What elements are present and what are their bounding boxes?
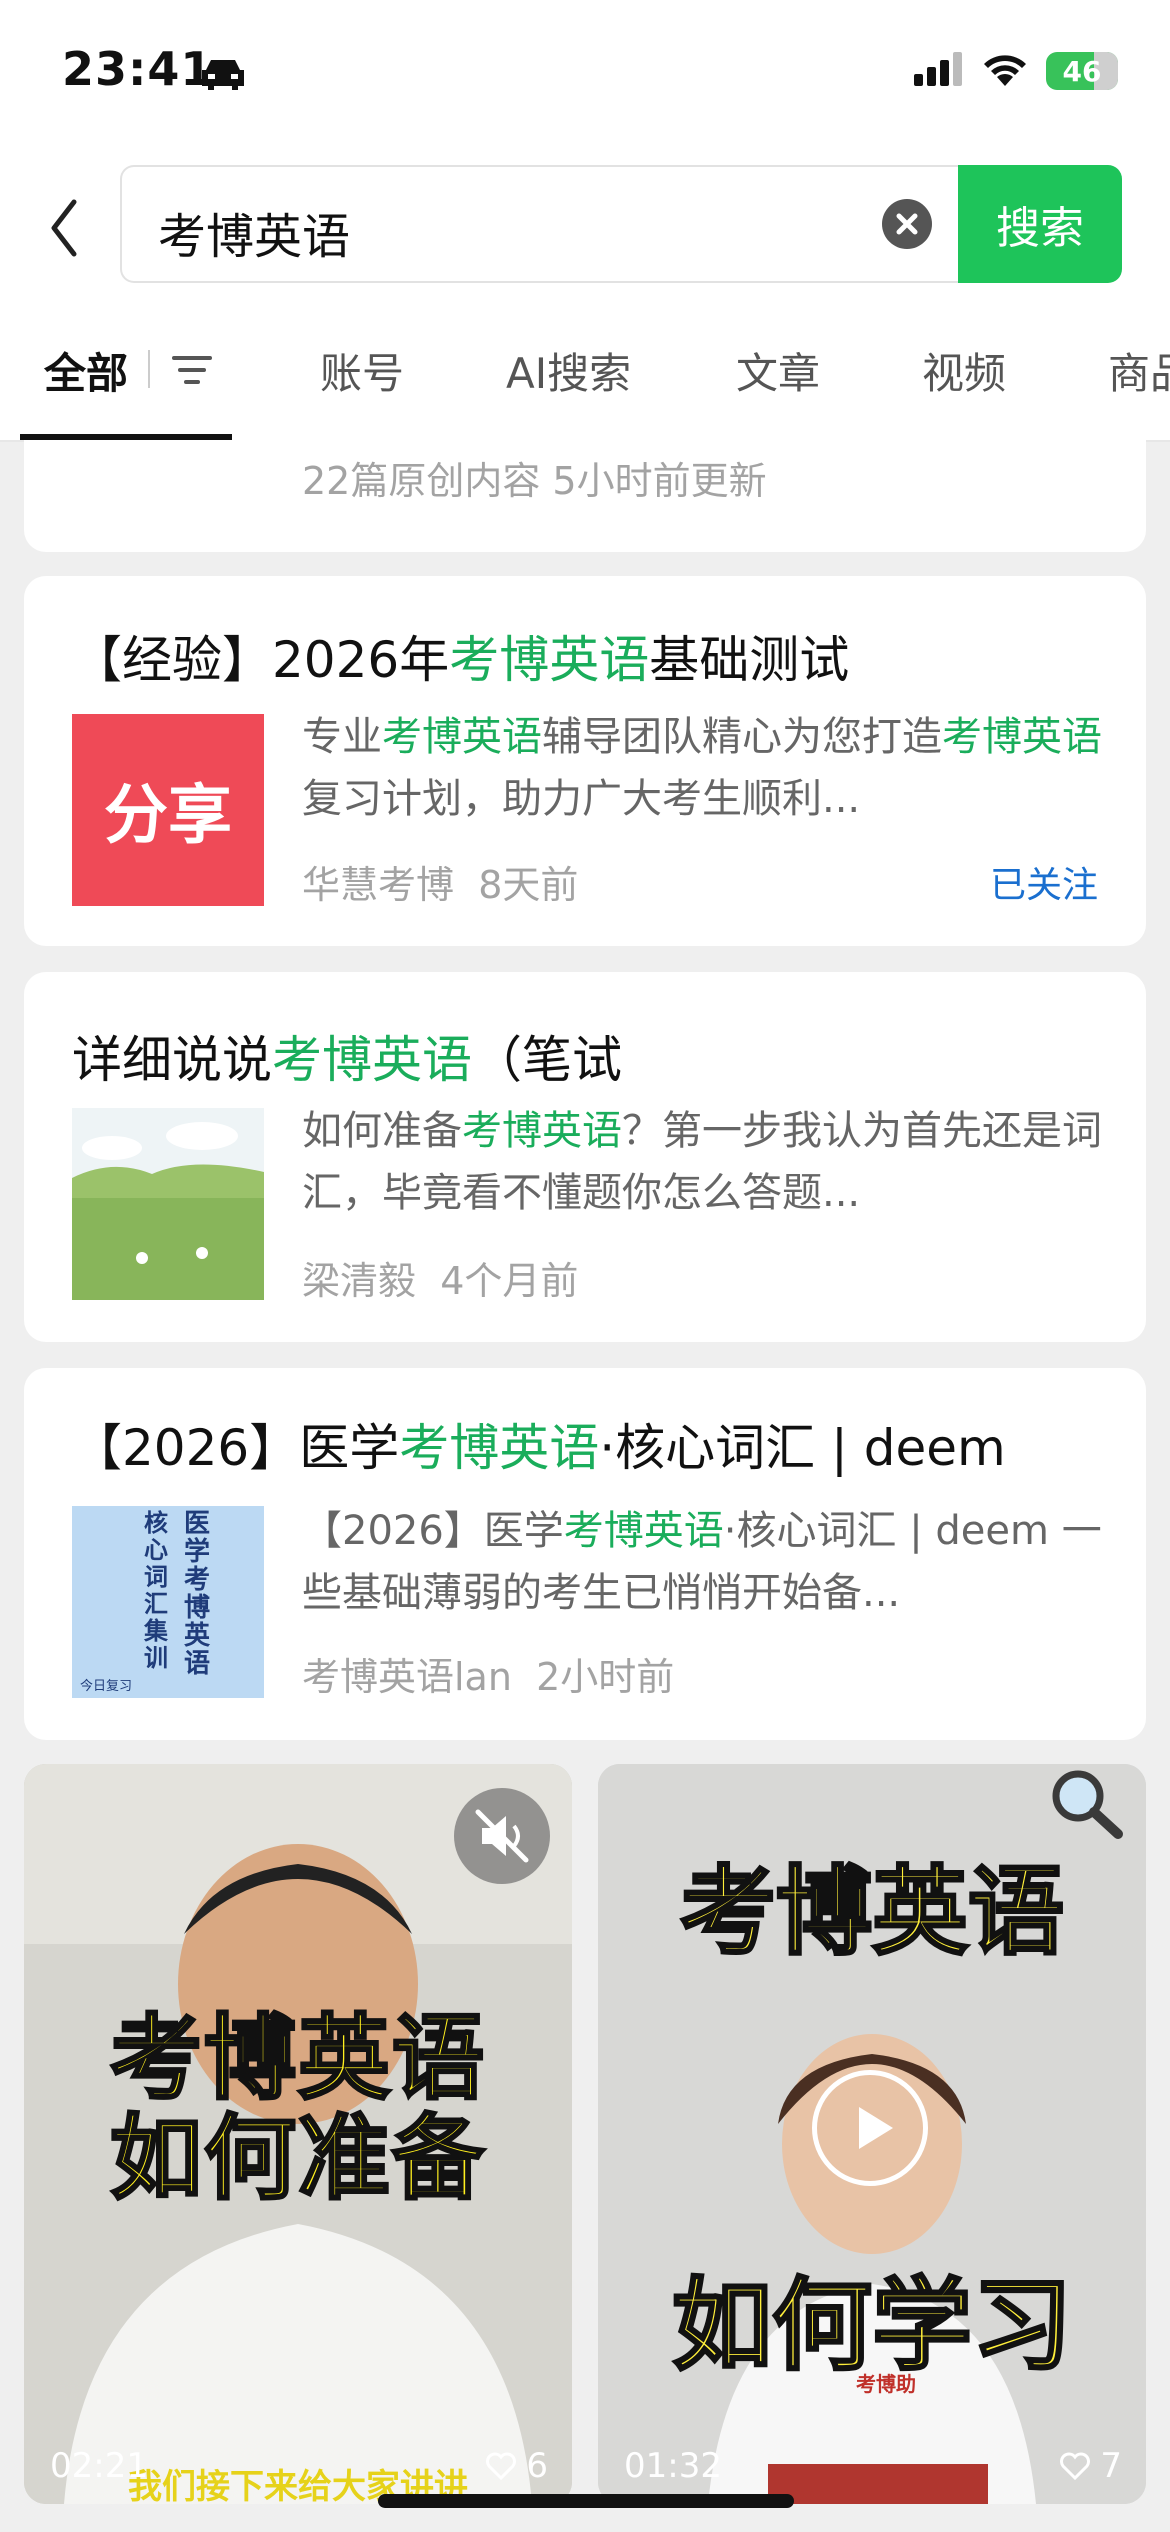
video-likes: 7 xyxy=(1060,2446,1122,2486)
car-icon xyxy=(198,56,248,96)
video-likes: 6 xyxy=(486,2446,548,2486)
article-author: 考博英语lan xyxy=(302,1655,512,1699)
tab-products[interactable]: 商品 xyxy=(1108,340,1170,401)
video-duration: 02:21 xyxy=(50,2446,148,2486)
article-time: 8天前 xyxy=(478,863,579,907)
video-duration: 01:32 xyxy=(624,2446,722,2486)
video-caption-top: 考博英语 xyxy=(679,1855,1066,1970)
article-snippet: 如何准备考博英语？第一步我认为首先还是词汇，毕竟看不懂题你怎么答题... xyxy=(302,1108,1102,1216)
filter-icon[interactable] xyxy=(170,350,214,394)
back-arrow-icon[interactable] xyxy=(40,190,90,266)
article-meta: 梁清毅 4个月前 xyxy=(302,1250,578,1305)
article-meta: 华慧考博 8天前 xyxy=(302,854,578,909)
tab-ai-search[interactable]: AI搜索 xyxy=(506,340,631,401)
article-thumbnail: 分享 xyxy=(72,714,264,906)
article-meta: 考博英语lan 2小时前 xyxy=(302,1646,674,1701)
article-title: 【2026】医学考博英语·核心词汇 | deem xyxy=(72,1419,1006,1477)
account-card[interactable]: 22篇原创内容 5小时前更新 xyxy=(24,440,1146,552)
thumbnail-label: 分享 xyxy=(104,779,232,853)
mute-icon[interactable] xyxy=(454,1788,550,1884)
clear-icon[interactable] xyxy=(882,199,932,249)
home-indicator[interactable] xyxy=(378,2494,794,2508)
article-title: 【经验】2026年考博英语基础测试 xyxy=(72,631,850,689)
article-author: 华慧考博 xyxy=(302,863,455,907)
cellular-signal-icon xyxy=(914,52,964,90)
article-snippet: 专业考博英语辅导团队精心为您打造考博英语复习计划，助力广大考生顺利... xyxy=(302,714,1102,822)
battery-level: 46 xyxy=(1062,54,1102,88)
article-thumbnail xyxy=(72,1108,264,1300)
article-time: 2小时前 xyxy=(536,1655,675,1699)
play-icon[interactable] xyxy=(812,2070,928,2186)
video-card[interactable]: 考博英语 如何学习 考博助 01:32 7 xyxy=(598,1764,1146,2504)
search-query[interactable]: 考博英语 xyxy=(158,197,350,267)
tab-all[interactable]: 全部 xyxy=(44,340,128,401)
battery-icon: 46 xyxy=(1046,52,1118,90)
heart-icon xyxy=(486,2452,517,2480)
article-card[interactable]: 详细说说考博英语（笔试 如何准备考博英语？第一步我认为首先还是词汇，毕竟看不懂题… xyxy=(24,972,1146,1342)
wifi-icon xyxy=(982,52,1028,90)
video-card[interactable]: 考博英语 如何准备 我们接下来给大家讲讲 02:21 6 xyxy=(24,1764,572,2504)
status-bar: 23:41 46 xyxy=(0,0,1170,150)
search-input[interactable]: 考博英语 xyxy=(120,165,960,283)
video-caption: 考博英语 如何准备 xyxy=(108,2005,486,2212)
tab-divider xyxy=(148,350,150,388)
article-thumbnail: 医学考博英语 核心词汇集训 今日复习 xyxy=(72,1506,264,1698)
heart-icon xyxy=(1060,2452,1091,2480)
status-time: 23:41 xyxy=(62,42,214,96)
article-time: 4个月前 xyxy=(440,1259,579,1303)
article-title: 详细说说考博英语（笔试 xyxy=(72,1031,622,1089)
brand-logo: 考博助 xyxy=(856,2372,916,2396)
account-meta: 22篇原创内容 5小时前更新 xyxy=(302,459,767,503)
tab-accounts[interactable]: 账号 xyxy=(320,340,404,401)
article-card[interactable]: 【2026】医学考博英语·核心词汇 | deem 医学考博英语 核心词汇集训 今… xyxy=(24,1368,1146,1740)
article-card[interactable]: 【经验】2026年考博英语基础测试 分享 专业考博英语辅导团队精心为您打造考博英… xyxy=(24,576,1146,946)
search-button[interactable]: 搜索 xyxy=(958,165,1122,283)
tab-videos[interactable]: 视频 xyxy=(922,340,1006,401)
tab-articles[interactable]: 文章 xyxy=(736,340,820,401)
search-bar: 考博英语 搜索 xyxy=(0,150,1170,310)
category-tabs: 全部 账号 AI搜索 文章 视频 商品 xyxy=(0,310,1170,442)
magnifier-icon[interactable] xyxy=(1046,1766,1126,1844)
article-author: 梁清毅 xyxy=(302,1259,417,1303)
followed-badge[interactable]: 已关注 xyxy=(990,856,1098,908)
article-snippet: 【2026】医学考博英语·核心词汇 | deem 一些基础薄弱的考生已悄悄开始备… xyxy=(302,1508,1102,1616)
